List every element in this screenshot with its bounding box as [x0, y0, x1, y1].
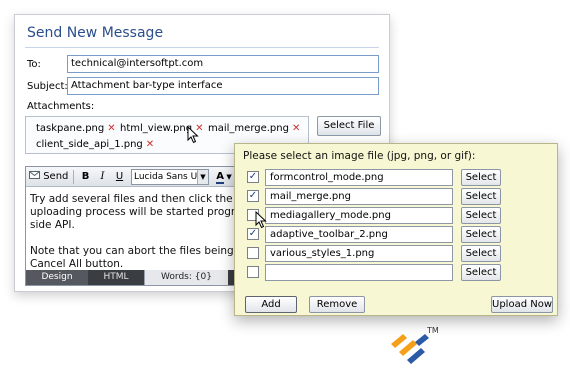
dropdown-arrow-icon: ▼ — [223, 173, 232, 181]
font-family-select[interactable]: Lucida Sans Uni ▼ — [131, 169, 209, 185]
window-title: Send New Message — [27, 25, 164, 41]
file-checkbox[interactable]: ✓ — [247, 171, 259, 183]
file-checkbox[interactable]: ✓ — [247, 190, 259, 202]
attachment-chip: taskpane.png ✕ — [36, 123, 116, 134]
add-button[interactable]: Add — [245, 296, 297, 313]
toolbar-divider — [73, 170, 74, 184]
image-file-dialog: Please select an image file (jpg, png, o… — [234, 143, 558, 316]
file-checkbox[interactable] — [247, 247, 259, 259]
title-divider — [25, 47, 379, 48]
attachment-name: client_side_api_1.png — [36, 139, 143, 150]
to-input[interactable]: technical@intersoftpt.com — [67, 55, 379, 73]
dialog-prompt: Please select an image file (jpg, png, o… — [243, 150, 476, 162]
font-color-icon: A — [216, 171, 224, 184]
file-path-input[interactable]: mail_merge.png — [265, 188, 453, 205]
send-button[interactable]: Send — [29, 169, 69, 185]
attachment-chip: mail_merge.png ✕ — [208, 123, 300, 134]
file-path-input[interactable]: formcontrol_mode.png — [265, 169, 453, 186]
file-path-input[interactable] — [265, 264, 453, 281]
file-path-input[interactable]: adaptive_toolbar_2.png — [265, 226, 453, 243]
dropdown-arrow-icon: ▼ — [197, 170, 208, 184]
remove-attachment-icon[interactable]: ✕ — [107, 123, 115, 134]
attachment-name: taskpane.png — [36, 123, 105, 134]
select-button[interactable]: Select — [461, 264, 501, 281]
trademark-mark: TM — [427, 326, 439, 335]
remove-attachment-icon[interactable]: ✕ — [292, 123, 300, 134]
design-tab[interactable]: Design — [26, 270, 88, 285]
remove-attachment-icon[interactable]: ✕ — [146, 139, 154, 150]
file-checkbox[interactable] — [247, 266, 259, 278]
file-checkbox[interactable]: ✓ — [247, 228, 259, 240]
attachment-chip: client_side_api_1.png ✕ — [36, 139, 154, 150]
to-label: To: — [27, 59, 41, 70]
bold-button[interactable]: B — [78, 169, 93, 185]
send-icon — [29, 171, 40, 179]
checkmark-icon: ✓ — [248, 171, 258, 182]
html-tab[interactable]: HTML — [88, 270, 144, 285]
font-color-button[interactable]: A ▼ — [214, 169, 234, 185]
mouse-cursor-icon — [255, 211, 267, 229]
remove-button[interactable]: Remove — [309, 296, 365, 313]
upload-now-button[interactable]: Upload Now — [491, 296, 553, 313]
select-file-button[interactable]: Select File — [317, 116, 381, 136]
underline-button[interactable]: U — [112, 169, 127, 185]
send-label: Send — [43, 171, 69, 182]
attachment-name: html_view.png — [120, 123, 193, 134]
select-button[interactable]: Select — [461, 245, 501, 262]
attachment-name: mail_merge.png — [208, 123, 289, 134]
mouse-cursor-icon — [187, 126, 199, 144]
font-family-value: Lucida Sans Uni — [134, 172, 206, 182]
attachments-label: Attachments: — [27, 101, 95, 112]
word-count: Words: {0} — [144, 270, 228, 285]
checkmark-icon: ✓ — [248, 228, 258, 239]
subject-input[interactable]: Attachment bar-type interface — [67, 77, 379, 95]
select-button[interactable]: Select — [461, 207, 501, 224]
select-button[interactable]: Select — [461, 226, 501, 243]
subject-label: Subject: — [27, 81, 68, 92]
italic-button[interactable]: I — [95, 169, 110, 185]
select-button[interactable]: Select — [461, 188, 501, 205]
select-button[interactable]: Select — [461, 169, 501, 186]
checkmark-icon: ✓ — [248, 190, 258, 201]
file-path-input[interactable]: mediagallery_mode.png — [265, 207, 453, 224]
file-path-input[interactable]: various_styles_1.png — [265, 245, 453, 262]
